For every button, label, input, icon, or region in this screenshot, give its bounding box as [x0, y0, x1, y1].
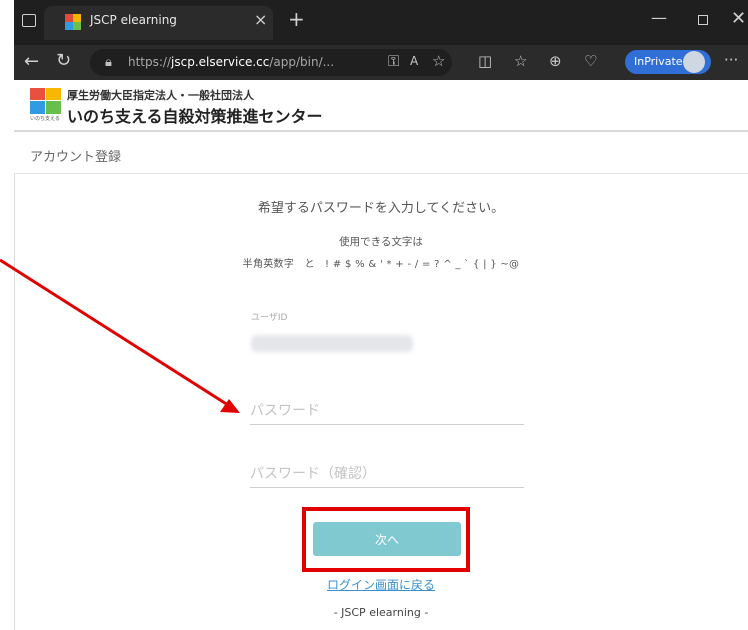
split-screen-icon[interactable]: ◫ — [478, 52, 492, 70]
favorites-icon[interactable]: ☆ — [514, 52, 527, 70]
collections-icon[interactable]: ⊕ — [549, 52, 562, 70]
jscp-logo-icon — [30, 88, 61, 114]
allowed-chars-list: 半角英数字 と ! # $ % & ' * + - / = ? ^ _ ` { … — [242, 259, 520, 270]
favorite-star-icon[interactable]: ☆ — [432, 52, 445, 70]
more-menu-icon[interactable]: ··· — [724, 51, 738, 69]
org-title: いのち支える自殺対策推進センター — [67, 107, 323, 126]
back-to-login-link[interactable]: ログイン画面に戻る — [14, 576, 748, 593]
footer-text: - JSCP elearning - — [333, 606, 429, 619]
browser-essentials-icon[interactable]: ♡ — [584, 52, 597, 70]
header-divider — [14, 130, 748, 132]
password-input[interactable] — [250, 398, 524, 425]
userid-value-blurred — [251, 335, 413, 352]
tab-title: JSCP elearning — [90, 13, 177, 27]
refresh-icon[interactable]: ↻ — [56, 50, 71, 71]
userid-label: ユーザID — [251, 313, 288, 323]
logo-caption: いのち支える — [30, 116, 60, 122]
site-favicon-icon — [65, 14, 81, 30]
new-tab-icon[interactable]: + — [288, 7, 305, 31]
profile-avatar[interactable] — [683, 51, 705, 73]
back-arrow-icon[interactable]: ← — [24, 51, 39, 72]
password-confirm-input[interactable] — [250, 461, 524, 488]
password-instruction: 希望するパスワードを入力してください。 — [257, 201, 505, 216]
tab-actions-icon[interactable] — [22, 14, 36, 27]
lock-icon[interactable]: 🔒︎ — [105, 55, 112, 70]
window-minimize-icon[interactable]: — — [651, 8, 667, 27]
inprivate-label: InPrivate — [634, 55, 683, 68]
org-subtitle: 厚生労働大臣指定法人・一般社団法人 — [67, 89, 254, 102]
tab-close-icon[interactable]: × — [254, 10, 267, 29]
window-close-icon[interactable]: ✕ — [731, 8, 746, 29]
window-maximize-icon[interactable] — [698, 15, 708, 25]
allowed-chars-title: 使用できる文字は — [339, 236, 423, 248]
breadcrumb: アカウント登録 — [30, 150, 122, 165]
address-url[interactable]: https://jscp.elservice.cc/app/bin/... — [128, 55, 334, 69]
key-icon[interactable]: ⚿ — [388, 52, 399, 70]
next-button[interactable]: 次へ — [313, 522, 461, 556]
breadcrumb-divider — [14, 173, 748, 174]
read-aloud-icon[interactable]: A — [410, 54, 418, 68]
